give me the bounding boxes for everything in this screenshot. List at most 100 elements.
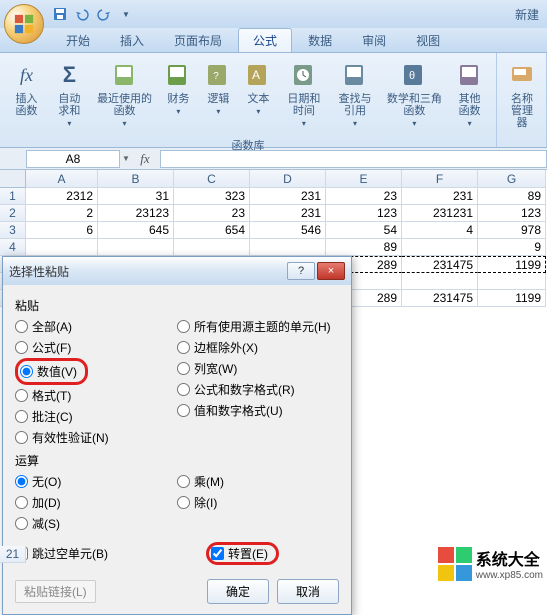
cell[interactable]: 231475 — [402, 256, 478, 273]
cell[interactable] — [26, 239, 98, 256]
cell[interactable] — [174, 239, 250, 256]
row-header[interactable]: 3 — [0, 222, 26, 239]
cell[interactable]: 2312 — [26, 188, 98, 205]
radio-op[interactable]: 乘(M) — [177, 471, 339, 492]
radio-paste[interactable]: 全部(A) — [15, 316, 177, 337]
namebox-dropdown-icon[interactable]: ▼ — [122, 154, 130, 163]
radio-op[interactable]: 减(S) — [15, 513, 177, 534]
row-header[interactable]: 1 — [0, 188, 26, 205]
tab-data[interactable]: 数据 — [294, 29, 346, 52]
tab-view[interactable]: 视图 — [402, 29, 454, 52]
tab-pagelayout[interactable]: 页面布局 — [160, 29, 236, 52]
cell[interactable]: 89 — [326, 239, 402, 256]
cell[interactable]: 123 — [326, 205, 402, 222]
cell[interactable]: 645 — [98, 222, 174, 239]
cell[interactable]: 1199 — [478, 290, 546, 307]
radio-paste[interactable]: 有效性验证(N) — [15, 427, 177, 448]
formula-input[interactable] — [160, 150, 547, 168]
col-header[interactable]: G — [478, 170, 546, 188]
cell[interactable]: 231231 — [402, 205, 478, 222]
col-header[interactable]: F — [402, 170, 478, 188]
cell[interactable]: 23 — [174, 205, 250, 222]
transpose-checkbox[interactable]: 转置(E) — [211, 545, 268, 562]
book-icon — [341, 61, 369, 89]
qat-dropdown-icon[interactable]: ▼ — [118, 6, 134, 22]
radio-paste[interactable]: 数值(V) — [20, 361, 77, 382]
cell[interactable]: 231 — [250, 205, 326, 222]
row-header[interactable]: 2 — [0, 205, 26, 222]
logical-button[interactable]: ? 逻辑▾ — [199, 57, 237, 119]
cell[interactable] — [402, 239, 478, 256]
svg-text:A: A — [252, 68, 260, 82]
cell[interactable]: 6 — [26, 222, 98, 239]
cell[interactable]: 323 — [174, 188, 250, 205]
name-box[interactable]: A8 — [26, 150, 120, 168]
col-header[interactable]: B — [98, 170, 174, 188]
office-button[interactable] — [4, 4, 44, 44]
radio-paste[interactable]: 所有使用源主题的单元(H) — [177, 316, 339, 337]
radio-op[interactable]: 除(I) — [177, 492, 339, 513]
redo-icon[interactable] — [96, 6, 112, 22]
cell[interactable]: 231475 — [402, 290, 478, 307]
select-all-corner[interactable] — [0, 170, 26, 188]
skip-blanks-checkbox[interactable]: 跳过空单元(B) — [15, 545, 108, 562]
row-header[interactable]: 4 — [0, 239, 26, 256]
fx-button[interactable]: fx — [136, 150, 154, 168]
cell[interactable]: 54 — [326, 222, 402, 239]
math-button[interactable]: θ 数学和三角函数▾ — [382, 57, 448, 131]
radio-paste[interactable]: 公式(F) — [15, 337, 177, 358]
cell[interactable]: 1199 — [478, 256, 546, 273]
radio-paste[interactable]: 批注(C) — [15, 406, 177, 427]
radio-op[interactable]: 加(D) — [15, 492, 177, 513]
cell[interactable] — [478, 273, 546, 290]
cell[interactable]: 23 — [326, 188, 402, 205]
cell[interactable]: 89 — [478, 188, 546, 205]
cell[interactable]: 23123 — [98, 205, 174, 222]
radio-paste[interactable]: 边框除外(X) — [177, 337, 339, 358]
cell[interactable] — [250, 239, 326, 256]
tab-review[interactable]: 审阅 — [348, 29, 400, 52]
datetime-button[interactable]: 日期和时间▾ — [279, 57, 328, 131]
cell[interactable]: 231 — [250, 188, 326, 205]
cell[interactable]: 654 — [174, 222, 250, 239]
other-functions-button[interactable]: 其他函数▾ — [449, 57, 490, 131]
financial-button[interactable]: 财务▾ — [159, 57, 197, 119]
cell[interactable]: 978 — [478, 222, 546, 239]
paste-link-button[interactable]: 粘贴链接(L) — [15, 580, 96, 603]
close-button[interactable]: × — [317, 262, 345, 280]
col-header[interactable]: A — [26, 170, 98, 188]
autosum-button[interactable]: Σ 自动求和▾ — [49, 57, 90, 131]
cell[interactable] — [98, 239, 174, 256]
undo-icon[interactable] — [74, 6, 90, 22]
radio-paste[interactable]: 公式和数字格式(R) — [177, 379, 339, 400]
cell[interactable]: 2 — [26, 205, 98, 222]
dialog-title: 选择性粘贴 — [9, 263, 69, 280]
radio-paste[interactable]: 列宽(W) — [177, 358, 339, 379]
save-icon[interactable] — [52, 6, 68, 22]
recent-functions-button[interactable]: 最近使用的函数▾ — [92, 57, 158, 131]
cell[interactable]: 31 — [98, 188, 174, 205]
col-header[interactable]: E — [326, 170, 402, 188]
cell[interactable]: 4 — [402, 222, 478, 239]
cell[interactable] — [402, 273, 478, 290]
cancel-button[interactable]: 取消 — [277, 579, 339, 604]
cell[interactable]: 9 — [478, 239, 546, 256]
cell[interactable]: 123 — [478, 205, 546, 222]
cell[interactable]: 546 — [250, 222, 326, 239]
text-button[interactable]: A 文本▾ — [239, 57, 277, 119]
tab-insert[interactable]: 插入 — [106, 29, 158, 52]
radio-op[interactable]: 无(O) — [15, 471, 177, 492]
tab-formulas[interactable]: 公式 — [238, 28, 292, 52]
lookup-button[interactable]: 查找与引用▾ — [330, 57, 379, 131]
cell[interactable]: 231 — [402, 188, 478, 205]
tab-home[interactable]: 开始 — [52, 29, 104, 52]
ok-button[interactable]: 确定 — [207, 579, 269, 604]
col-header[interactable]: D — [250, 170, 326, 188]
dialog-titlebar[interactable]: 选择性粘贴 ? × — [3, 257, 351, 285]
insert-function-button[interactable]: fx 插入函数 — [6, 57, 47, 119]
radio-paste[interactable]: 格式(T) — [15, 385, 177, 406]
col-header[interactable]: C — [174, 170, 250, 188]
help-button[interactable]: ? — [287, 262, 315, 280]
radio-paste[interactable]: 值和数字格式(U) — [177, 400, 339, 421]
name-manager-button[interactable]: 名称管理器 — [503, 57, 541, 131]
